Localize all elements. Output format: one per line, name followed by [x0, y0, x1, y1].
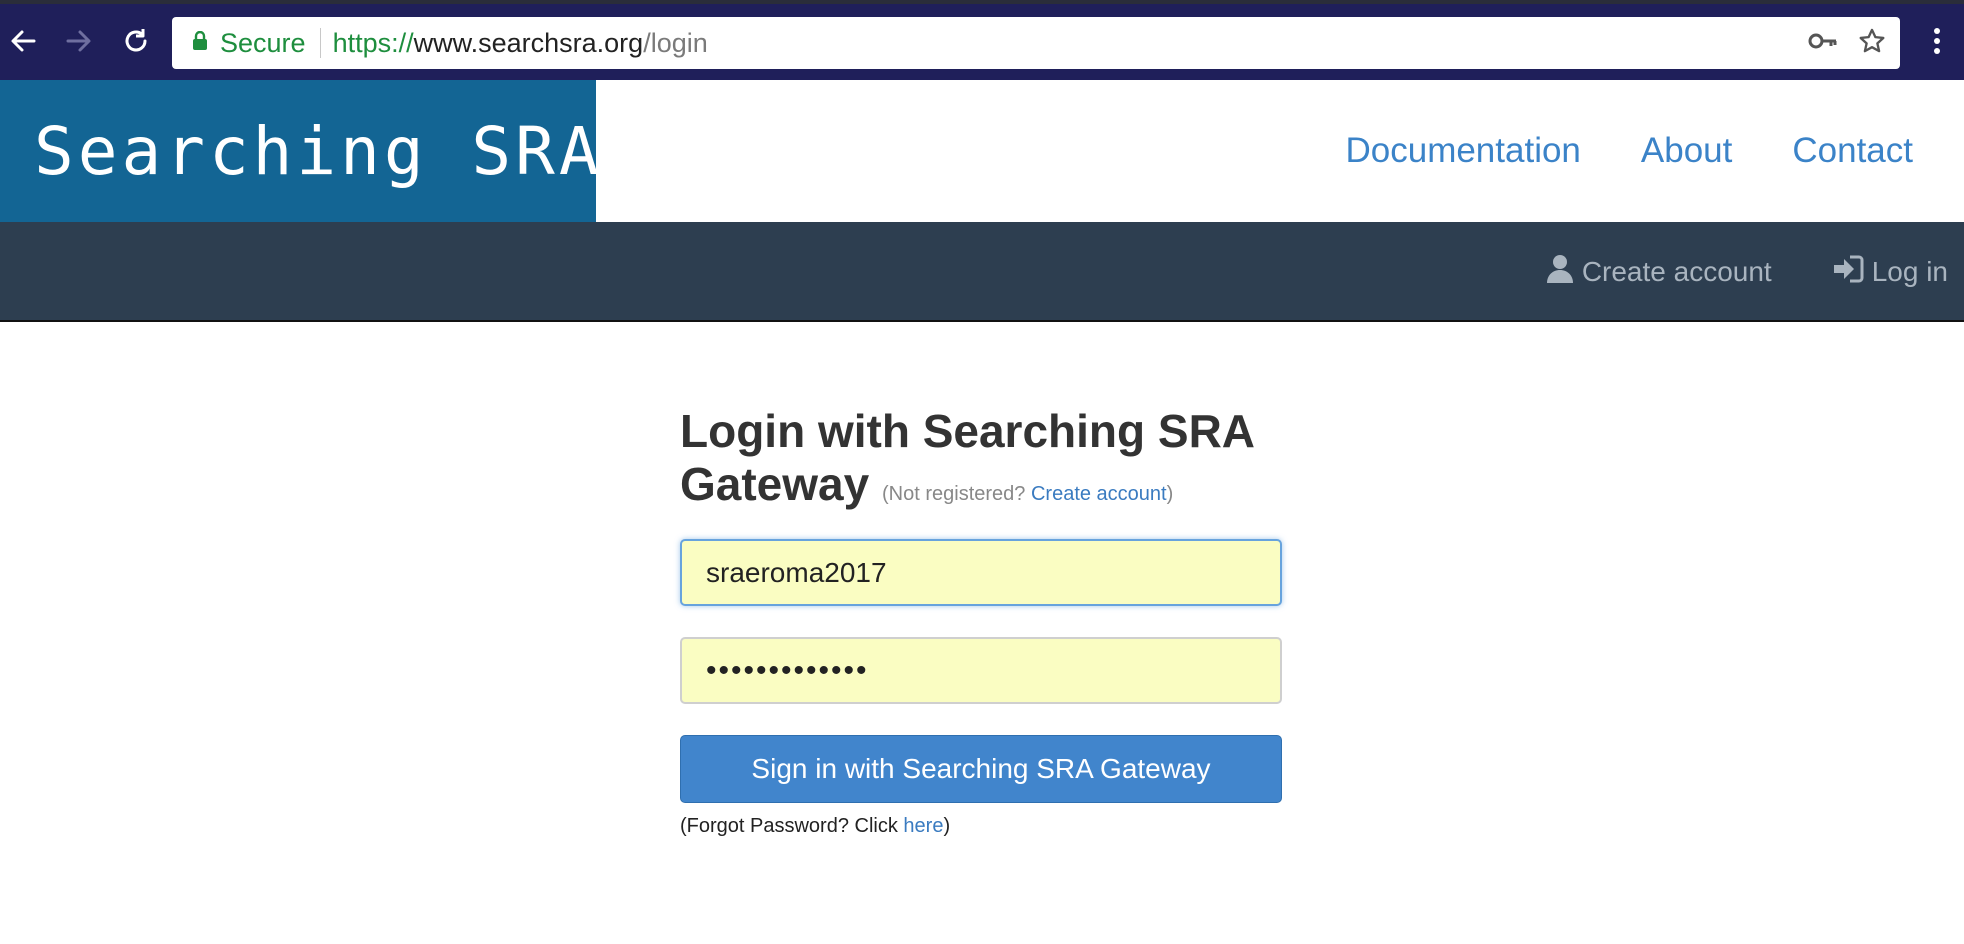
- log-in-link[interactable]: Log in: [1832, 254, 1948, 291]
- log-in-label: Log in: [1871, 256, 1948, 287]
- account-links: Create account Log in: [1546, 222, 1948, 322]
- nav-about-link[interactable]: About: [1641, 131, 1732, 171]
- omnibox-divider: [319, 28, 321, 58]
- brand-title: Searching SRA: [34, 112, 603, 190]
- secure-label: Secure: [220, 27, 306, 58]
- forgot-password-link[interactable]: here: [903, 815, 943, 837]
- star-icon[interactable]: [1858, 27, 1886, 60]
- register-hint-suffix: ): [1166, 483, 1174, 505]
- user-icon: [1546, 254, 1574, 291]
- reload-icon[interactable]: [119, 22, 153, 60]
- sign-in-button[interactable]: Sign in with Searching SRA Gateway: [680, 735, 1282, 803]
- site-header: Searching SRA Documentation About Contac…: [0, 80, 1964, 222]
- register-hint-prefix: (Not registered?: [882, 483, 1031, 505]
- forgot-password-text: (Forgot Password? Click here): [680, 815, 1282, 838]
- back-arrow-icon[interactable]: [6, 22, 40, 60]
- forward-arrow-icon[interactable]: [62, 22, 96, 60]
- nav-documentation-link[interactable]: Documentation: [1345, 131, 1580, 171]
- url-host: www.searchsra.org: [413, 27, 644, 58]
- sign-in-icon: [1832, 254, 1864, 291]
- address-bar[interactable]: Secure https://www.searchsra.org/login: [172, 17, 1900, 69]
- url-scheme: https://: [332, 27, 414, 58]
- browser-toolbar: Secure https://www.searchsra.org/login: [0, 0, 1964, 80]
- main-nav: Documentation About Contact: [1345, 80, 1913, 222]
- password-input[interactable]: [680, 637, 1282, 704]
- lock-icon: [192, 30, 208, 56]
- brand-logo[interactable]: Searching SRA: [0, 80, 599, 222]
- account-bar: Create account Log in: [0, 222, 1964, 322]
- url-path: /login: [643, 27, 708, 58]
- key-icon[interactable]: [1808, 31, 1838, 56]
- login-panel: Login with Searching SRA Gateway (Not re…: [680, 405, 1282, 838]
- forgot-suffix: ): [943, 815, 951, 837]
- username-input[interactable]: [680, 539, 1282, 606]
- create-account-label: Create account: [1581, 256, 1772, 287]
- forgot-prefix: (Forgot Password? Click: [680, 815, 904, 837]
- url-text[interactable]: https://www.searchsra.org/login: [333, 28, 708, 59]
- register-hint: (Not registered? Create account): [882, 483, 1173, 505]
- login-heading: Login with Searching SRA Gateway (Not re…: [680, 405, 1282, 521]
- nav-contact-link[interactable]: Contact: [1792, 131, 1913, 171]
- register-create-account-link[interactable]: Create account: [1031, 483, 1167, 505]
- create-account-link[interactable]: Create account: [1546, 254, 1772, 291]
- menu-dots-icon[interactable]: [1920, 22, 1954, 60]
